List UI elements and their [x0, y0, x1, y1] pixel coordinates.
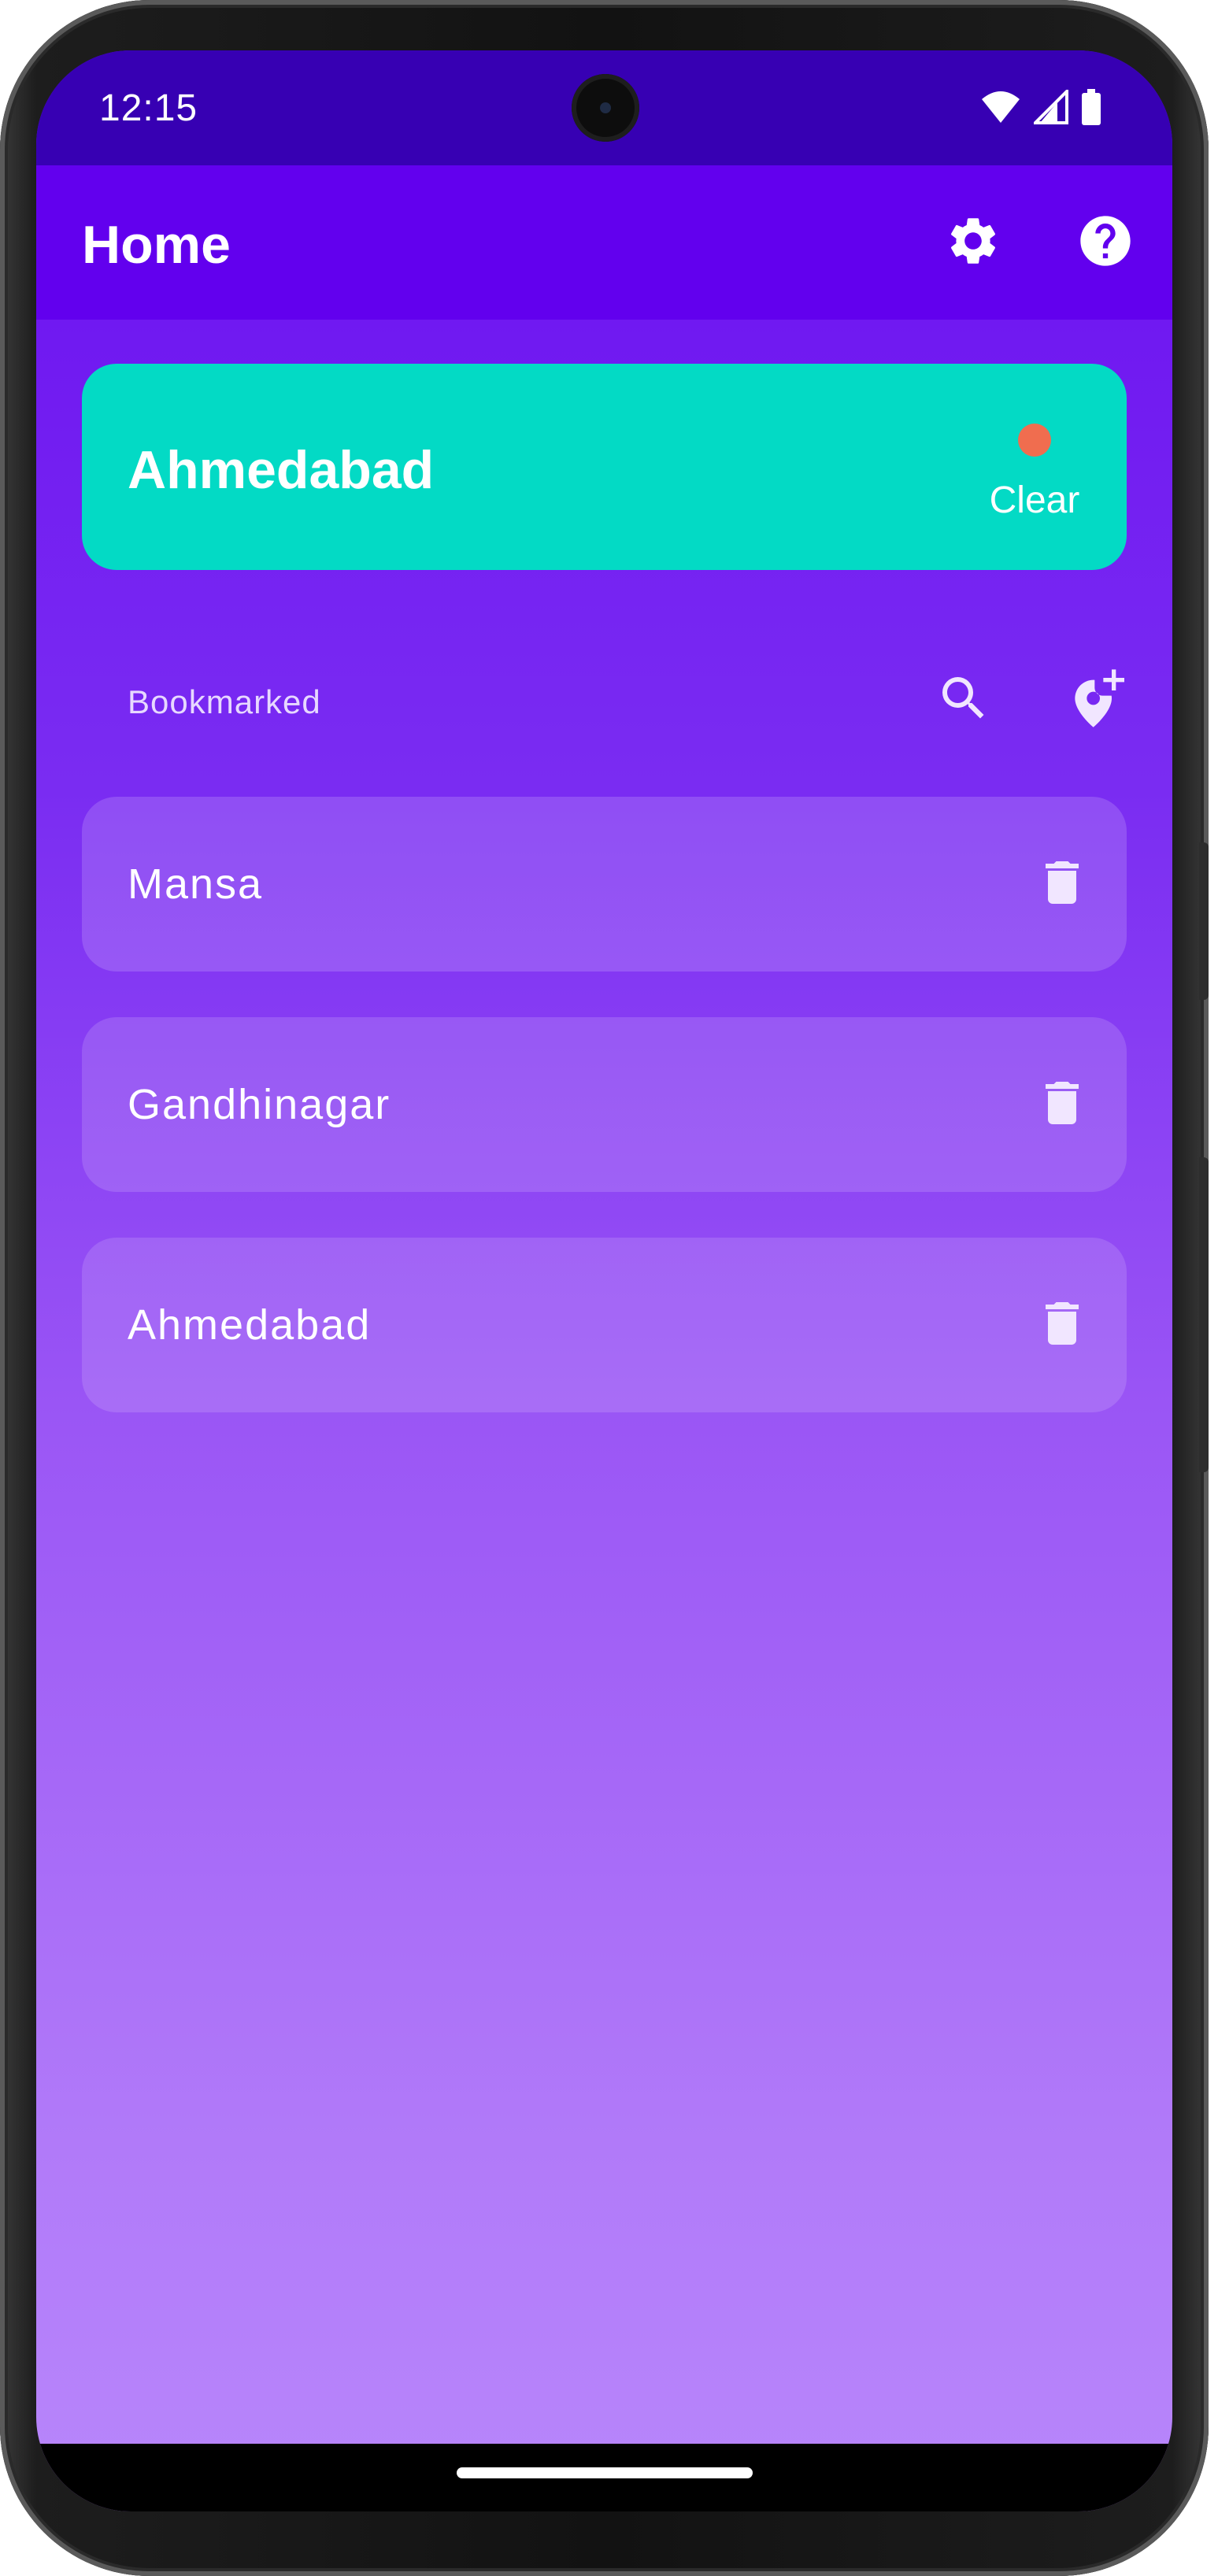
add-location-button[interactable] — [1061, 664, 1131, 735]
phone-frame: 12:15 Home Ahmedabad Clear Bookmarked Ma… — [0, 0, 1209, 2576]
section-title: Bookmarked — [128, 683, 321, 720]
help-button[interactable] — [1074, 211, 1137, 274]
app-bar: Home — [36, 165, 1172, 320]
status-time: 12:15 — [99, 87, 198, 129]
delete-button[interactable] — [1027, 1069, 1098, 1140]
search-button[interactable] — [928, 664, 999, 735]
settings-button[interactable] — [942, 211, 1005, 274]
list-item-label: Mansa — [128, 861, 264, 908]
help-icon — [1075, 211, 1135, 275]
page-title: Home — [82, 215, 231, 275]
status-bar: 12:15 — [36, 50, 1172, 165]
list-item[interactable]: Ahmedabad — [82, 1238, 1127, 1412]
bookmarks-header: Bookmarked — [82, 649, 1127, 751]
list-item-label: Gandhinagar — [128, 1081, 391, 1128]
clear-button[interactable]: Clear — [983, 419, 1086, 529]
list-item[interactable]: Gandhinagar — [82, 1017, 1127, 1192]
status-icons — [980, 87, 1101, 129]
status-dot — [1018, 424, 1051, 457]
current-location-card[interactable]: Ahmedabad Clear — [82, 364, 1127, 570]
home-indicator[interactable] — [457, 2467, 753, 2478]
delete-button[interactable] — [1027, 1290, 1098, 1360]
delete-button[interactable] — [1027, 849, 1098, 920]
clear-label: Clear — [989, 479, 1080, 521]
battery-icon — [1081, 88, 1101, 129]
search-icon — [935, 670, 992, 731]
add-location-icon — [1064, 667, 1127, 734]
list-item-label: Ahmedabad — [128, 1301, 372, 1349]
bookmark-list: Mansa Gandhinagar Ahmedabad — [82, 797, 1127, 1458]
signal-icon — [1031, 87, 1068, 128]
wifi-icon — [980, 90, 1021, 128]
front-camera — [572, 74, 639, 142]
list-item[interactable]: Mansa — [82, 797, 1127, 972]
trash-icon — [1034, 854, 1090, 915]
power-button — [1199, 1157, 1209, 1472]
gear-icon — [945, 213, 1001, 273]
screen: 12:15 Home Ahmedabad Clear Bookmarked Ma… — [36, 50, 1172, 2511]
current-location-name: Ahmedabad — [128, 440, 435, 500]
trash-icon — [1034, 1075, 1090, 1135]
trash-icon — [1034, 1295, 1090, 1356]
navigation-bar — [36, 2444, 1172, 2511]
volume-button — [1199, 842, 1209, 1000]
